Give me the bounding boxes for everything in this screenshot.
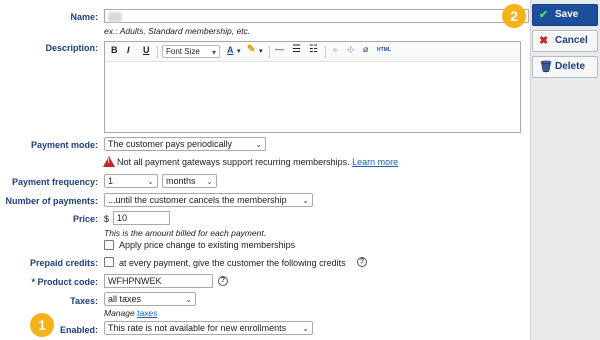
highlight-icon[interactable]: ✎ xyxy=(247,44,255,55)
font-size-select[interactable]: Font Size ▾ xyxy=(162,45,220,58)
apply-price-change-label: Apply price change to existing membershi… xyxy=(119,240,296,250)
toolbar-divider xyxy=(269,46,270,58)
help-icon[interactable]: ? xyxy=(357,257,367,267)
trash-icon: 🗑 xyxy=(539,61,553,73)
delete-label: Delete xyxy=(555,61,586,72)
chevron-down-icon: ▾ xyxy=(211,48,216,57)
horizontal-rule-icon[interactable]: — xyxy=(275,44,284,54)
name-input[interactable] xyxy=(104,9,529,23)
italic-button[interactable]: I xyxy=(127,45,130,55)
manage-taxes-prefix: Manage xyxy=(104,308,135,318)
payment-mode-warning: Not all payment gateways support recurri… xyxy=(117,157,398,167)
payment-frequency-count-select[interactable]: 1 ⌄ xyxy=(104,174,158,188)
help-icon[interactable]: ? xyxy=(218,276,228,286)
learn-more-link[interactable]: Learn more xyxy=(352,157,398,167)
chevron-down-icon: ⌄ xyxy=(206,177,213,186)
bold-button[interactable]: B xyxy=(111,45,118,55)
callout-badge-2: 2 xyxy=(502,4,526,28)
product-code-input[interactable]: WFHPNWEK xyxy=(104,274,213,288)
cancel-label: Cancel xyxy=(555,35,588,46)
payment-mode-label: Payment mode: xyxy=(30,140,98,150)
manage-taxes: Manage taxes xyxy=(104,308,157,318)
number-of-payments-value: ...until the customer cancels the member… xyxy=(108,195,287,205)
price-hint: This is the amount billed for each payme… xyxy=(104,228,267,238)
payment-mode-value: The customer pays periodically xyxy=(108,139,233,149)
price-currency: $ xyxy=(104,214,110,224)
cancel-button[interactable]: ✖ Cancel xyxy=(532,30,598,52)
payment-frequency-unit-value: months xyxy=(166,176,196,186)
chevron-down-icon: ⌄ xyxy=(302,196,309,205)
html-source-button[interactable]: HTML xyxy=(377,47,391,53)
apply-price-change-checkbox[interactable] xyxy=(104,240,114,250)
enabled-value: This rate is not available for new enrol… xyxy=(108,323,287,333)
name-hint: ex.: Adults, Standard membership, etc. xyxy=(104,26,251,36)
editor-toolbar: B I U Font Size ▾ A ▾ ✎ ▾ — ☰ ☷ ⚭ ✣ ⌀ HT… xyxy=(105,42,520,62)
text-color-dropdown-icon[interactable]: ▾ xyxy=(237,47,241,55)
chevron-down-icon: ⌄ xyxy=(185,295,192,304)
warning-icon-mark: ! xyxy=(107,158,110,165)
payment-frequency-count-value: 1 xyxy=(108,176,114,186)
price-input[interactable]: 10 xyxy=(113,211,170,225)
taxes-label: Taxes: xyxy=(70,296,98,306)
name-value-blurred xyxy=(108,12,122,22)
product-code-label: * Product code: xyxy=(31,277,98,287)
save-label: Save xyxy=(555,9,579,20)
prepaid-credits-checkbox[interactable] xyxy=(104,257,114,267)
toolbar-divider xyxy=(325,46,326,58)
chevron-down-icon: ⌄ xyxy=(302,324,309,333)
number-of-payments-label: Number of payments: xyxy=(5,196,98,206)
name-label: Name: xyxy=(70,12,98,22)
payment-frequency-unit-select[interactable]: months ⌄ xyxy=(162,174,217,188)
numbered-list-icon[interactable]: ☷ xyxy=(309,44,318,55)
highlight-dropdown-icon[interactable]: ▾ xyxy=(259,47,263,55)
text-color-button[interactable]: A xyxy=(227,45,234,55)
underline-button[interactable]: U xyxy=(143,45,150,55)
prepaid-credits-label: Prepaid credits: xyxy=(29,258,98,268)
callout-badge-1: 1 xyxy=(30,313,54,337)
enabled-label: Enabled: xyxy=(59,325,98,335)
font-size-value: Font Size xyxy=(166,47,200,56)
payment-frequency-label: Payment frequency: xyxy=(11,177,98,187)
payment-mode-select[interactable]: The customer pays periodically ⌄ xyxy=(104,137,266,151)
toolbar-divider xyxy=(157,46,158,58)
checkmark-icon: ✔ xyxy=(539,9,549,21)
warning-text: Not all payment gateways support recurri… xyxy=(117,157,350,167)
price-label: Price: xyxy=(72,214,98,224)
chevron-down-icon: ⌄ xyxy=(147,177,154,186)
description-editor[interactable]: B I U Font Size ▾ A ▾ ✎ ▾ — ☰ ☷ ⚭ ✣ ⌀ HT… xyxy=(104,41,521,133)
enabled-select[interactable]: This rate is not available for new enrol… xyxy=(104,321,313,335)
unlink-icon[interactable]: ✣ xyxy=(347,45,355,56)
manage-taxes-link[interactable]: taxes xyxy=(137,308,157,318)
number-of-payments-select[interactable]: ...until the customer cancels the member… xyxy=(104,193,313,207)
chevron-down-icon: ⌄ xyxy=(255,140,262,149)
taxes-value: all taxes xyxy=(108,294,142,304)
link-icon[interactable]: ⚭ xyxy=(331,45,339,56)
bullet-list-icon[interactable]: ☰ xyxy=(292,44,301,55)
save-button[interactable]: ✔ Save xyxy=(532,4,598,26)
close-icon: ✖ xyxy=(539,35,549,47)
delete-button[interactable]: 🗑 Delete xyxy=(532,56,598,78)
clear-format-icon[interactable]: ⌀ xyxy=(363,44,368,55)
description-label: Description: xyxy=(45,43,98,53)
taxes-select[interactable]: all taxes ⌄ xyxy=(104,292,196,306)
prepaid-credits-text: at every payment, give the customer the … xyxy=(119,258,346,268)
